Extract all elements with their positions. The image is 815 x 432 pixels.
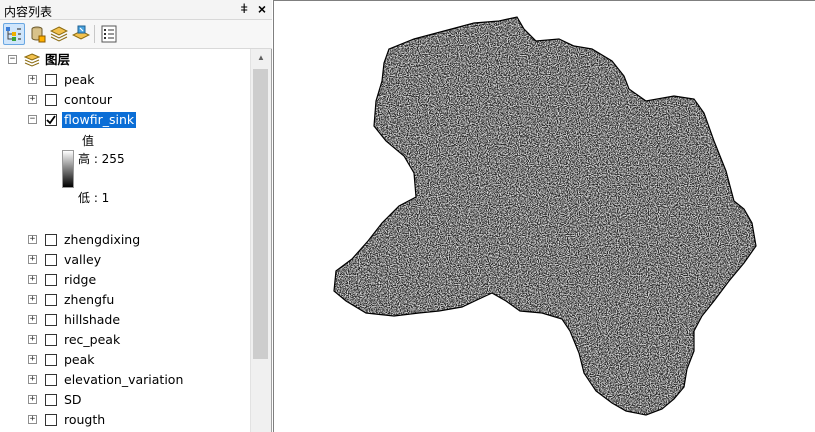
layers-root-row: − 图层: [0, 50, 250, 70]
legend-high-label: 高 : 255: [78, 152, 125, 166]
list-by-drawing-order-button[interactable]: [3, 23, 25, 45]
expand-icon[interactable]: +: [28, 415, 37, 424]
panel-title-bar: 内容列表 ǂ ×: [0, 0, 272, 20]
list-by-selection-button[interactable]: [70, 23, 92, 45]
expand-icon[interactable]: +: [28, 255, 37, 264]
layer-visibility-checkbox[interactable]: [45, 94, 57, 106]
layer-row: + zhengfu: [0, 290, 250, 310]
layer-row: + valley: [0, 250, 250, 270]
expand-icon[interactable]: +: [28, 375, 37, 384]
layer-row: + SD: [0, 390, 250, 410]
layer-name[interactable]: peak: [62, 352, 97, 368]
layers-root-label[interactable]: 图层: [43, 52, 72, 68]
expand-icon[interactable]: +: [28, 335, 37, 344]
layer-row: + hillshade: [0, 310, 250, 330]
layer-name[interactable]: peak: [62, 72, 97, 88]
layer-row: + rougth: [0, 410, 250, 430]
layer-name[interactable]: rec_peak: [62, 332, 122, 348]
layer-tree: − 图层 + peak + contour − flowfir_sink 值 高…: [0, 49, 250, 432]
close-icon[interactable]: ×: [258, 1, 266, 17]
layer-visibility-checkbox[interactable]: [45, 294, 57, 306]
layer-row: + elevation_variation: [0, 370, 250, 390]
scroll-up-arrow-icon[interactable]: ▲: [251, 49, 271, 66]
layer-name[interactable]: rougth: [62, 412, 107, 428]
layer-visibility-checkbox[interactable]: [45, 234, 57, 246]
expand-icon[interactable]: +: [28, 95, 37, 104]
panel-title: 内容列表: [4, 5, 53, 19]
layer-name[interactable]: elevation_variation: [62, 372, 185, 388]
layer-name[interactable]: zhengfu: [62, 292, 116, 308]
layer-name[interactable]: flowfir_sink: [62, 112, 137, 128]
collapse-icon[interactable]: −: [8, 55, 17, 64]
list-by-visibility-button[interactable]: [48, 23, 70, 45]
layer-visibility-checkbox[interactable]: [45, 274, 57, 286]
layer-row: + peak: [0, 70, 250, 90]
expand-icon[interactable]: +: [28, 355, 37, 364]
expand-icon[interactable]: +: [28, 295, 37, 304]
legend-color-ramp: [62, 150, 74, 188]
raster-texture: [334, 17, 756, 415]
layer-visibility-checkbox[interactable]: [45, 374, 57, 386]
collapse-icon[interactable]: −: [28, 115, 37, 124]
layer-row: + zhengdixing: [0, 230, 250, 250]
layer-row: + rec_peak: [0, 330, 250, 350]
layers-icon: [24, 53, 40, 67]
pin-icon[interactable]: ǂ: [240, 1, 248, 16]
layer-row: + peak: [0, 350, 250, 370]
expand-icon[interactable]: +: [28, 235, 37, 244]
expand-icon[interactable]: +: [28, 75, 37, 84]
map-view[interactable]: [273, 0, 815, 432]
layer-visibility-checkbox[interactable]: [45, 394, 57, 406]
toc-toolbar: [0, 20, 272, 49]
layer-name[interactable]: zhengdixing: [62, 232, 142, 248]
layer-visibility-checkbox[interactable]: [45, 314, 57, 326]
layer-row: + contour: [0, 90, 250, 110]
list-by-drawing-order-icon: [6, 27, 21, 41]
selection-icon: [72, 25, 90, 40]
layer-visibility-checkbox[interactable]: [45, 414, 57, 426]
layer-name[interactable]: valley: [62, 252, 103, 268]
layer-visibility-checkbox[interactable]: [45, 354, 57, 366]
raster-map-layer: [333, 16, 757, 416]
layer-name[interactable]: SD: [62, 392, 84, 408]
expand-icon[interactable]: +: [28, 315, 37, 324]
layer-row: + ridge: [0, 270, 250, 290]
layers-visibility-icon: [50, 26, 68, 42]
database-icon: [31, 26, 46, 43]
expand-icon[interactable]: +: [28, 395, 37, 404]
layer-name[interactable]: contour: [62, 92, 114, 108]
layer-visibility-checkbox[interactable]: [45, 254, 57, 266]
options-button[interactable]: [98, 23, 120, 45]
checkmark-icon: [46, 115, 56, 125]
options-icon: [101, 25, 117, 43]
vertical-scrollbar[interactable]: ▲: [250, 49, 271, 432]
layer-name[interactable]: hillshade: [62, 312, 122, 328]
layer-visibility-checkbox[interactable]: [45, 334, 57, 346]
list-by-source-button[interactable]: [26, 23, 48, 45]
legend-heading: 值: [82, 134, 95, 148]
layer-visibility-checkbox[interactable]: [45, 74, 57, 86]
scrollbar-thumb[interactable]: [253, 69, 268, 359]
legend-low-label: 低 : 1: [78, 191, 110, 205]
expand-icon[interactable]: +: [28, 275, 37, 284]
toolbar-separator: [94, 25, 95, 43]
layer-visibility-checkbox[interactable]: [45, 114, 57, 126]
layer-name[interactable]: ridge: [62, 272, 98, 288]
table-of-contents-panel: 内容列表 ǂ × − 图层 + peak + contour − flowfir…: [0, 0, 272, 432]
layer-row-selected: − flowfir_sink: [0, 110, 250, 130]
